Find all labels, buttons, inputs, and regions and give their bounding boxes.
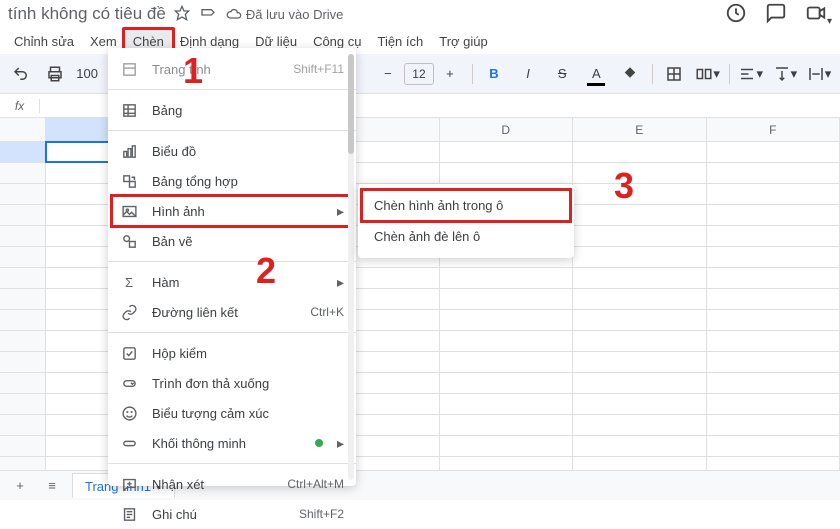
history-icon[interactable] <box>725 2 747 27</box>
pivot-icon <box>120 172 138 190</box>
submenu-insert-image-over-cells[interactable]: Chèn ảnh đè lên ô <box>358 221 574 252</box>
text-color-button[interactable]: A <box>583 60 609 88</box>
emoji-icon <box>120 404 138 422</box>
sigma-icon: Σ <box>120 273 138 291</box>
link-icon <box>120 303 138 321</box>
valign-button[interactable]: ▾ <box>772 60 798 88</box>
menu-item-note[interactable]: Ghi chúShift+F2 <box>108 499 356 529</box>
menu-item-pivot[interactable]: Bảng tổng hợp <box>108 166 356 196</box>
meet-icon[interactable]: ▾ <box>805 2 832 27</box>
dropdown-icon <box>120 374 138 392</box>
halign-button[interactable]: ▾ <box>738 60 764 88</box>
font-size[interactable]: − 12 + <box>374 60 464 88</box>
chip-icon <box>120 434 138 452</box>
new-indicator-icon <box>315 439 323 447</box>
menu-item-drawing[interactable]: Bản vẽ <box>108 226 356 256</box>
insert-menu-dropdown: Trang tính Shift+F11 Bảng Biểu đồ Bảng t… <box>108 48 356 486</box>
table-icon <box>120 101 138 119</box>
wrap-button[interactable]: ▾ <box>806 60 832 88</box>
font-size-plus[interactable]: + <box>436 60 464 88</box>
menu-extensions[interactable]: Tiện ích <box>369 30 431 53</box>
all-sheets-button[interactable]: ≡ <box>40 474 64 498</box>
checkbox-icon <box>120 344 138 362</box>
menu-help[interactable]: Trợ giúp <box>431 30 496 53</box>
menu-item-smartchip[interactable]: Khối thông minh▸ <box>108 428 356 458</box>
font-size-minus[interactable]: − <box>374 60 402 88</box>
annotation-3: 3 <box>614 165 634 207</box>
merge-button[interactable]: ▾ <box>695 60 721 88</box>
comments-icon[interactable] <box>765 2 787 27</box>
formula-bar-label: fx <box>0 99 40 113</box>
move-icon[interactable] <box>200 5 216 24</box>
menu-item-chart[interactable]: Biểu đồ <box>108 136 356 166</box>
menu-item-sheet[interactable]: Trang tính Shift+F11 <box>108 54 356 84</box>
zoom-selector[interactable]: 100 <box>76 66 98 81</box>
image-submenu: Chèn hình ảnh trong ô Chèn ảnh đè lên ô <box>358 184 574 258</box>
sheet-icon <box>120 60 138 78</box>
select-all-cell[interactable] <box>0 118 46 141</box>
borders-button[interactable] <box>660 60 686 88</box>
menu-item-function[interactable]: ΣHàm▸ <box>108 267 356 297</box>
menu-edit[interactable]: Chỉnh sửa <box>6 30 82 53</box>
menu-item-image[interactable]: Hình ảnh▸ <box>108 196 356 226</box>
bold-button[interactable]: B <box>481 60 507 88</box>
menu-item-table[interactable]: Bảng <box>108 95 356 125</box>
submenu-insert-image-in-cell[interactable]: Chèn hình ảnh trong ô <box>358 190 574 221</box>
col-header-e[interactable]: E <box>573 118 707 141</box>
note-icon <box>120 505 138 523</box>
col-header-d[interactable]: D <box>440 118 574 141</box>
menu-item-link[interactable]: Đường liên kếtCtrl+K <box>108 297 356 327</box>
fill-color-button[interactable] <box>617 60 643 88</box>
italic-button[interactable]: I <box>515 60 541 88</box>
add-sheet-button[interactable]: + <box>8 474 32 498</box>
submenu-arrow-icon: ▸ <box>337 274 344 291</box>
row-header[interactable] <box>0 142 46 162</box>
chart-icon <box>120 142 138 160</box>
col-header-f[interactable]: F <box>707 118 840 141</box>
cloud-saved[interactable]: Đã lưu vào Drive <box>226 6 344 22</box>
submenu-arrow-icon: ▸ <box>337 435 344 452</box>
comment-icon <box>120 475 138 493</box>
drawing-icon <box>120 232 138 250</box>
undo-button[interactable] <box>8 60 34 88</box>
document-title[interactable]: tính không có tiêu đề <box>8 4 166 24</box>
menu-item-dropdown[interactable]: Trình đơn thả xuống <box>108 368 356 398</box>
print-button[interactable] <box>42 60 68 88</box>
annotation-1: 1 <box>183 50 203 92</box>
annotation-2: 2 <box>256 250 276 292</box>
menu-item-emoji[interactable]: Biểu tượng cảm xúc <box>108 398 356 428</box>
star-icon[interactable] <box>174 5 190 24</box>
submenu-arrow-icon: ▸ <box>337 203 344 220</box>
image-icon <box>120 202 138 220</box>
menu-item-checkbox[interactable]: Hộp kiểm <box>108 338 356 368</box>
menu-item-comment[interactable]: Nhận xétCtrl+Alt+M <box>108 469 356 499</box>
dropdown-scroll-thumb[interactable] <box>348 54 354 154</box>
strike-button[interactable]: S <box>549 60 575 88</box>
